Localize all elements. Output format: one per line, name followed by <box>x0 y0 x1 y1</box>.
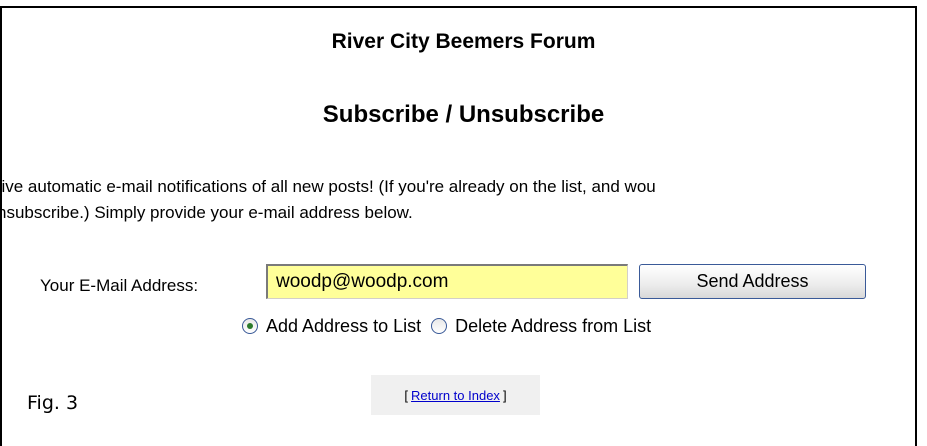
instructions-line-1: eive automatic e-mail notifications of a… <box>2 177 656 196</box>
forum-title: River City Beemers Forum <box>331 30 596 53</box>
add-address-label[interactable]: Add Address to List <box>266 316 421 337</box>
instructions-text: eive automatic e-mail notifications of a… <box>2 174 915 226</box>
add-address-radio[interactable] <box>242 318 258 334</box>
page-title: Subscribe / Unsubscribe <box>322 101 605 128</box>
instructions-line-2: nsubscribe.) Simply provide your e-mail … <box>2 203 413 222</box>
figure-caption: Fig. 3 <box>27 392 79 414</box>
list-action-options: Add Address to List Delete Address from … <box>242 314 661 338</box>
return-nav: [ Return to Index ] <box>371 375 540 415</box>
delete-address-radio[interactable] <box>431 318 448 334</box>
email-input[interactable] <box>266 264 628 299</box>
return-to-index-link[interactable]: Return to Index <box>411 388 500 403</box>
radio-selected-dot <box>247 323 253 329</box>
email-label: Your E-Mail Address: <box>40 276 199 295</box>
bracket-close: ] <box>502 387 507 403</box>
delete-address-label[interactable]: Delete Address from List <box>455 316 651 337</box>
bracket-open: [ <box>404 387 409 403</box>
send-address-button[interactable]: Send Address <box>639 264 866 299</box>
